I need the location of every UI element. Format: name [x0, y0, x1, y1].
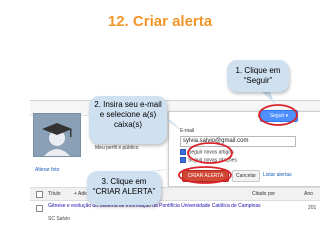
follow-citations-label: Seguir novas citações	[188, 157, 237, 164]
avatar	[33, 113, 81, 157]
article-year: 201	[308, 205, 317, 211]
scholar-screenshot: Alterar foto Meu perfil é público Seguir…	[30, 100, 320, 229]
table-header: Título + Adicionar Citado por Ano	[30, 187, 320, 201]
follow-articles-label: Seguir novos artigos	[188, 149, 234, 156]
select-all-checkbox[interactable]	[36, 191, 43, 198]
follow-articles-checkbox[interactable]	[180, 149, 186, 155]
profile-public-text: Meu perfil é público	[95, 145, 139, 151]
article-title-link[interactable]: Gênese e evolução do Sistema de Informaç…	[48, 203, 278, 209]
create-alert-button[interactable]: CRIAR ALERTA	[182, 170, 229, 182]
change-photo-link[interactable]: Alterar foto	[35, 167, 59, 173]
article-author: SC Salvio	[48, 216, 70, 222]
follow-button[interactable]: Seguir ▾	[260, 110, 298, 122]
column-title[interactable]: Título	[48, 191, 61, 197]
callout-step-1: 1. Clique em “Seguir”	[227, 60, 289, 92]
slide-title: 12. Criar alerta	[107, 13, 213, 30]
follow-citations-checkbox[interactable]	[180, 157, 186, 163]
row-checkbox[interactable]	[36, 205, 43, 212]
callout-step-2: 2. Insira seu e-mail e selecione a(s) ca…	[89, 96, 167, 144]
follow-articles-option[interactable]: Seguir novos artigos	[180, 149, 234, 155]
column-cited-by[interactable]: Citado por	[252, 191, 275, 197]
follow-citations-option[interactable]: Seguir novas citações	[180, 157, 237, 163]
list-alerts-link[interactable]: Listar alertas	[263, 172, 292, 178]
callout-step-3: 3. Clique em “CRIAR ALERTA”	[87, 171, 161, 205]
slide: 12. Criar alerta Alterar foto Meu perfil…	[0, 0, 320, 240]
graduation-cap-icon	[34, 114, 80, 156]
cancel-button[interactable]: Cancelar	[232, 170, 260, 182]
email-label: E-mail	[180, 128, 195, 134]
column-year[interactable]: Ano	[304, 191, 313, 197]
email-field[interactable]: sylvia.salvio@gmail.com	[180, 136, 296, 147]
